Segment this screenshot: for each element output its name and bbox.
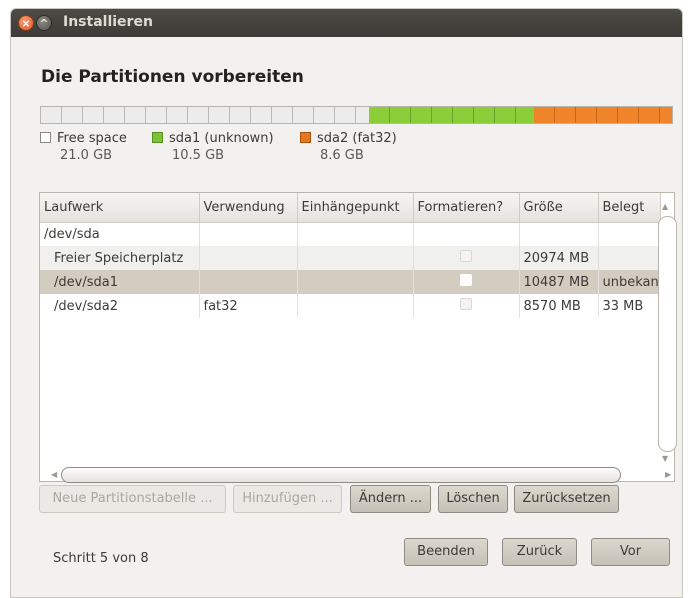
window-title: Installieren [63,14,153,30]
used-cell: 33 MB [598,294,661,318]
title-bar: × ^ Installieren [11,9,682,37]
size-cell: 20974 MB [519,246,599,270]
sda1-swatch [152,132,163,143]
legend-label: Free space [57,131,127,146]
scroll-right-icon[interactable]: ▶ [665,470,671,479]
device-cell: Freier Speicherplatz [40,246,200,270]
legend-item-sda1: sda1 (unknown) 10.5 GB [152,130,274,164]
column-header-formatieren[interactable]: Formatieren? [413,193,520,223]
used-cell: unbekannt [598,270,661,294]
mount-cell [297,270,414,294]
add-partition-button[interactable]: Hinzufügen ... [233,485,342,513]
column-header-verwendung[interactable]: Verwendung [199,193,298,223]
legend-label: sda2 (fat32) [317,131,397,146]
usage-cell [199,222,298,246]
close-icon[interactable]: × [18,15,34,31]
legend-size: 10.5 GB [172,148,225,163]
used-cell [598,222,661,246]
installer-window: × ^ Installieren Die Partitionen vorbere… [10,8,683,598]
column-header-groesse[interactable]: Größe [519,193,599,223]
partition-segment-sda1 [369,107,535,123]
horizontal-scrollbar[interactable]: ◀ ▶ [51,466,678,484]
device-cell: /dev/sda2 [40,294,200,318]
legend-size: 21.0 GB [60,148,113,163]
legend-label: sda1 (unknown) [169,131,274,146]
table-row[interactable]: Freier Speicherplatz 20974 MB [40,246,661,270]
vertical-scrollbar[interactable]: ▲ ▼ [656,200,678,466]
quit-button[interactable]: Beenden [404,538,488,566]
partition-segment-sda2 [534,107,672,123]
mount-cell [297,246,414,270]
horizontal-scroll-thumb[interactable] [61,467,621,483]
format-cell [413,294,520,318]
scroll-up-icon[interactable]: ▲ [662,202,668,211]
device-cell: /dev/sda [40,222,200,246]
partition-table[interactable]: Laufwerk Verwendung Einhängepunkt Format… [39,192,675,482]
scroll-left-icon[interactable]: ◀ [51,470,57,479]
size-cell: 10487 MB [519,270,599,294]
partition-bar [40,106,673,124]
legend-item-free-space: Free space 21.0 GB [40,130,127,164]
size-cell: 8570 MB [519,294,599,318]
change-partition-button[interactable]: Ändern ... [350,485,431,513]
minimize-icon[interactable]: ^ [36,15,52,31]
format-cell [413,222,520,246]
table-row[interactable]: /dev/sda [40,222,661,246]
page-title: Die Partitionen vorbereiten [41,67,304,87]
mount-cell [297,222,414,246]
reset-button[interactable]: Zurücksetzen [514,485,619,513]
column-header-belegt[interactable]: Belegt [598,193,661,223]
format-cell [413,246,520,270]
table-row[interactable]: /dev/sda2 fat32 8570 MB 33 MB [40,294,661,318]
format-checkbox[interactable] [460,250,472,262]
format-cell [413,270,520,294]
device-cell: /dev/sda1 [40,270,200,294]
new-partition-table-button[interactable]: Neue Partitionstabelle ... [39,485,226,513]
usage-cell: fat32 [199,294,298,318]
step-indicator: Schritt 5 von 8 [53,551,149,566]
forward-button[interactable]: Vor [591,538,670,566]
mount-cell [297,294,414,318]
column-header-laufwerk[interactable]: Laufwerk [40,193,200,223]
legend-size: 8.6 GB [320,148,364,163]
format-checkbox[interactable] [460,274,472,286]
column-header-einhaengepunkt[interactable]: Einhängepunkt [297,193,414,223]
usage-cell [199,246,298,270]
free-space-swatch [40,132,51,143]
sda2-swatch [300,132,311,143]
legend-item-sda2: sda2 (fat32) 8.6 GB [300,130,397,164]
vertical-scroll-trough[interactable] [658,216,677,452]
back-button[interactable]: Zurück [502,538,577,566]
format-checkbox[interactable] [460,298,472,310]
scroll-down-icon[interactable]: ▼ [662,454,668,463]
partition-segment-free-space [41,107,370,123]
size-cell [519,222,599,246]
delete-partition-button[interactable]: Löschen [438,485,508,513]
used-cell [598,246,661,270]
table-row-selected[interactable]: /dev/sda1 10487 MB unbekannt [40,270,661,294]
usage-cell [199,270,298,294]
